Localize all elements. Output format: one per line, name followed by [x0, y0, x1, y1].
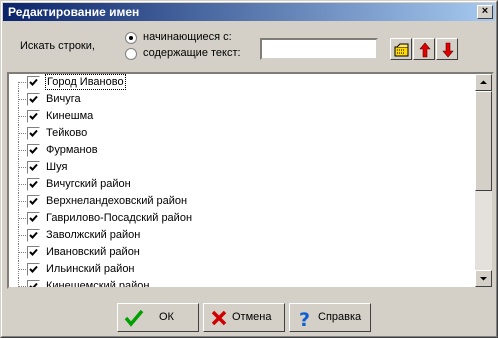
radio-dot: [129, 36, 133, 40]
ok-button-label: ОК: [159, 311, 174, 323]
ok-button[interactable]: ОК: [117, 303, 199, 332]
checkmark-icon: [29, 197, 38, 205]
radio-contains[interactable]: [125, 48, 137, 60]
list-item[interactable]: Тейково: [9, 125, 477, 142]
checkmark-icon: [29, 282, 38, 287]
search-down-button[interactable]: [436, 38, 458, 60]
item-checkbox[interactable]: [27, 110, 40, 123]
list-item-label: Заволжский район: [46, 229, 141, 241]
close-icon: ×: [481, 5, 489, 17]
list-item[interactable]: Заволжский район: [9, 227, 477, 244]
list-item[interactable]: Шуя: [9, 159, 477, 176]
cancel-button-label: Отмена: [232, 311, 272, 323]
checkmark-icon: [29, 231, 38, 239]
item-checkbox[interactable]: [27, 93, 40, 106]
list-item[interactable]: Вичуга: [9, 91, 477, 108]
item-checkbox[interactable]: [27, 178, 40, 191]
scroll-up-button[interactable]: [475, 74, 492, 91]
arrow-down-icon: [442, 42, 454, 58]
item-checkbox[interactable]: [27, 127, 40, 140]
list-item[interactable]: Ильинский район: [9, 261, 477, 278]
find-icon: [394, 43, 409, 57]
help-button[interactable]: ? Справка: [289, 303, 371, 332]
radio-starts-with-label[interactable]: начинающиеся с:: [143, 31, 232, 43]
list-item-label: Верхнеландеховский район: [46, 195, 188, 207]
checkmark-icon: [29, 129, 38, 137]
scroll-thumb[interactable]: [475, 91, 492, 191]
radio-starts-with[interactable]: [125, 32, 137, 44]
checkmark-icon: [29, 180, 38, 188]
item-checkbox[interactable]: [27, 144, 40, 157]
search-label: Искать строки,: [20, 40, 95, 52]
item-checkbox[interactable]: [27, 246, 40, 259]
checkmark-icon: [29, 214, 38, 222]
list-item[interactable]: Верхнеландеховский район: [9, 193, 477, 210]
list-item-label: Шуя: [46, 161, 68, 173]
scroll-down-button[interactable]: [475, 270, 492, 287]
radio-contains-label[interactable]: содержащие текст:: [143, 47, 241, 59]
list-item-label: Вичугский район: [46, 178, 131, 190]
item-checkbox[interactable]: [27, 263, 40, 276]
list-item[interactable]: Кинешемский район: [9, 278, 477, 287]
checkmark-icon: [124, 309, 144, 327]
search-up-button[interactable]: [413, 38, 435, 60]
search-input[interactable]: [260, 38, 378, 60]
scroll-down-icon: [480, 277, 487, 281]
svg-text:?: ?: [299, 309, 310, 329]
list-item-label: Город Иваново: [45, 74, 126, 90]
vertical-scrollbar[interactable]: [475, 74, 492, 287]
list-item-label: Гаврилово-Посадский район: [46, 212, 193, 224]
cross-icon: [211, 310, 227, 326]
cancel-button[interactable]: Отмена: [203, 303, 285, 332]
window-title: Редактирование имен: [8, 5, 140, 19]
list-item[interactable]: Фурманов: [9, 142, 477, 159]
item-checkbox[interactable]: [27, 195, 40, 208]
help-button-label: Справка: [318, 311, 362, 323]
list-item-label: Ивановский район: [46, 246, 140, 258]
list-item-label: Вичуга: [46, 93, 81, 105]
scroll-up-icon: [480, 80, 487, 84]
item-checkbox[interactable]: [27, 161, 40, 174]
item-checkbox[interactable]: [27, 280, 40, 287]
close-button[interactable]: ×: [477, 5, 493, 19]
find-button[interactable]: [390, 38, 412, 60]
dialog-window: Редактирование имен × Искать строки, нач…: [0, 0, 498, 338]
checkmark-icon: [29, 146, 38, 154]
list-item-label: Тейково: [46, 127, 88, 139]
checkmark-icon: [29, 265, 38, 273]
arrow-up-icon: [419, 42, 431, 58]
list-item-label: Кинешемский район: [46, 280, 150, 287]
list-item[interactable]: Вичугский район: [9, 176, 477, 193]
item-checkbox[interactable]: [27, 76, 40, 89]
list-item[interactable]: Гаврилово-Посадский район: [9, 210, 477, 227]
tree-line: [18, 82, 19, 91]
list-item[interactable]: Ивановский район: [9, 244, 477, 261]
list-item-label: Фурманов: [46, 144, 98, 156]
item-checkbox[interactable]: [27, 229, 40, 242]
list-items: Город Иваново Вичуга Кинешма Тейково Фурмано…: [9, 74, 477, 287]
checkmark-icon: [29, 112, 38, 120]
checkmark-icon: [29, 248, 38, 256]
help-icon: ?: [299, 309, 310, 329]
names-listbox[interactable]: Город Иваново Вичуга Кинешма Тейково Фурмано…: [7, 72, 494, 289]
item-checkbox[interactable]: [27, 212, 40, 225]
checkmark-icon: [29, 95, 38, 103]
title-bar[interactable]: Редактирование имен ×: [3, 3, 495, 21]
list-item[interactable]: Кинешма: [9, 108, 477, 125]
list-item-label: Ильинский район: [46, 263, 135, 275]
checkmark-icon: [29, 163, 38, 171]
list-item-label: Кинешма: [46, 110, 94, 122]
list-item[interactable]: Город Иваново: [9, 74, 477, 91]
checkmark-icon: [29, 78, 38, 86]
